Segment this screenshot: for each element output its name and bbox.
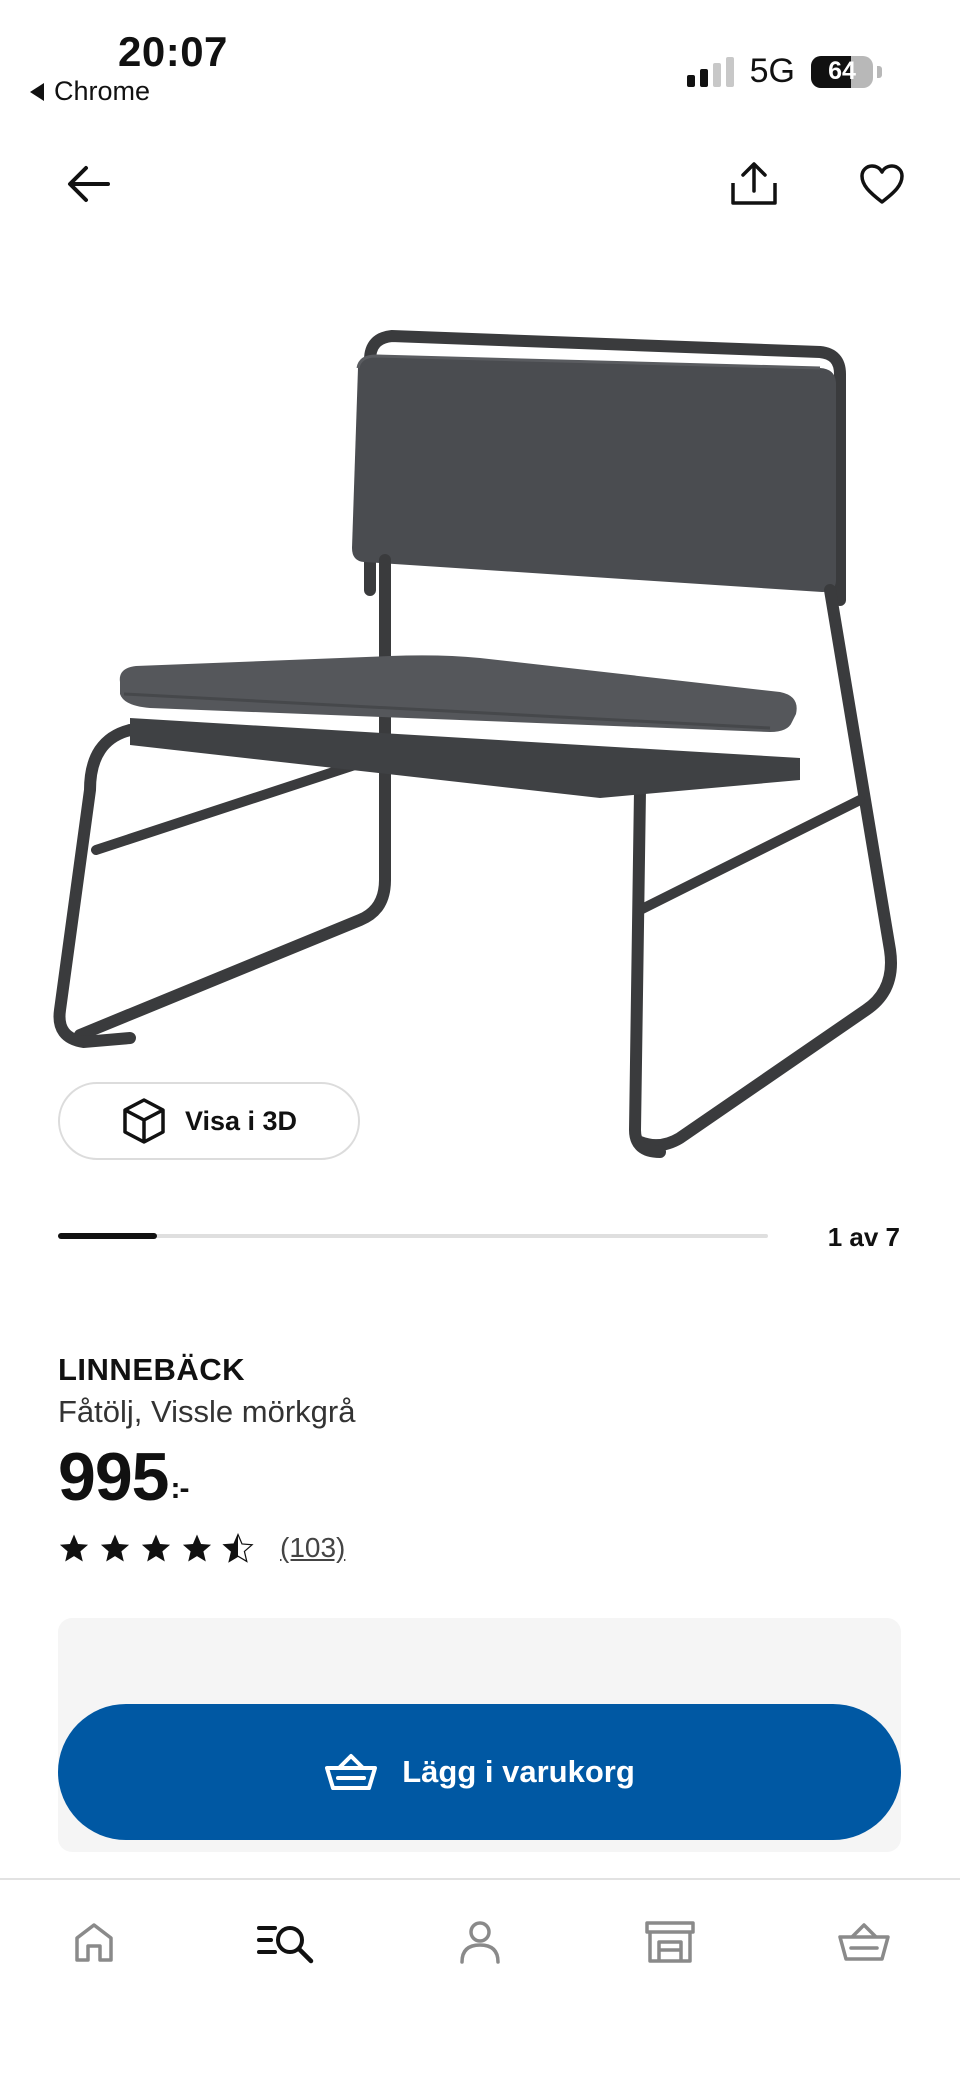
basket-icon	[838, 1923, 890, 1961]
star-full-icon	[141, 1534, 171, 1562]
share-button[interactable]	[722, 152, 786, 216]
basket-icon	[325, 1754, 378, 1790]
nav-search[interactable]	[254, 1910, 318, 1974]
nav-cart[interactable]	[832, 1910, 896, 1974]
battery-percent: 64	[828, 57, 856, 85]
review-count-link[interactable]: (103)	[280, 1532, 345, 1564]
product-rating[interactable]: (103)	[58, 1532, 345, 1564]
store-icon	[645, 1921, 695, 1963]
search-menu-icon	[257, 1926, 314, 1964]
heart-icon	[860, 164, 904, 204]
status-time: 20:07	[118, 28, 228, 75]
nav-stores[interactable]	[638, 1910, 702, 1974]
price-suffix: :-	[170, 1472, 189, 1505]
bottom-nav	[0, 1880, 960, 1990]
status-indicators: 5G 64	[686, 52, 882, 91]
network-type: 5G	[749, 52, 795, 90]
gallery-progress-fill	[58, 1233, 158, 1239]
view-3d-label: Visa i 3D	[184, 1105, 298, 1136]
nav-home[interactable]	[62, 1910, 126, 1974]
star-half-icon	[222, 1533, 254, 1563]
battery-icon: 64	[811, 55, 873, 88]
home-icon	[75, 1923, 113, 1962]
gallery-progress-track	[58, 1233, 768, 1239]
star-full-icon	[100, 1534, 130, 1562]
rating-stars	[58, 1533, 254, 1563]
add-to-cart-label: Lägg i varukorg	[402, 1754, 635, 1789]
product-description: Fåtölj, Vissle mörkgrå	[58, 1394, 356, 1429]
favorite-button[interactable]	[850, 152, 914, 216]
share-icon	[731, 162, 777, 205]
cube-icon	[123, 1098, 165, 1144]
view-3d-button[interactable]: Visa i 3D	[58, 1082, 360, 1160]
product-name: LINNEBÄCK	[58, 1352, 246, 1387]
cellular-signal-icon	[686, 56, 734, 87]
product-image[interactable]	[40, 290, 920, 1190]
add-to-cart-button[interactable]: Lägg i varukorg	[58, 1704, 901, 1840]
star-full-icon	[182, 1534, 212, 1562]
nav-profile[interactable]	[448, 1910, 512, 1974]
back-button[interactable]	[56, 152, 120, 216]
back-triangle-icon	[30, 82, 44, 101]
profile-icon	[460, 1921, 500, 1964]
gallery-position-label: 1 av 7	[827, 1222, 900, 1252]
arrow-left-icon	[68, 166, 110, 202]
back-app-label: Chrome	[54, 76, 151, 106]
back-to-app-link[interactable]: Chrome	[30, 76, 150, 107]
price-value: 995	[58, 1439, 169, 1515]
star-full-icon	[59, 1534, 89, 1562]
product-price: 995 :-	[58, 1438, 189, 1516]
